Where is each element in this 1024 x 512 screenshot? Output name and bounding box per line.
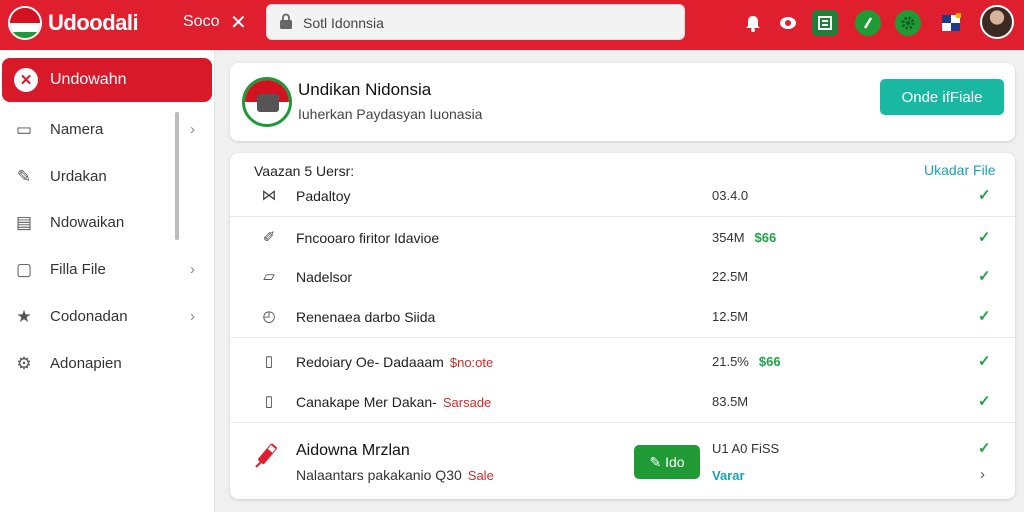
hero-title: Undikan Nidonsia <box>298 80 432 99</box>
flag-badge-icon <box>242 77 292 127</box>
sidebar-item-ndowaikan[interactable]: ▤ Ndowaikan <box>0 203 180 243</box>
item-name: Fncooaro firitor Idavioe <box>296 230 440 246</box>
promo-title: Aidowna Mrzlan <box>296 442 410 459</box>
promo-meta: U1 A0 FiSS <box>712 441 780 456</box>
hero-action-button[interactable]: Onde ifFiale <box>880 79 1004 115</box>
sidebar-item-label: Adonapien <box>50 355 122 372</box>
check-icon[interactable]: ✓ <box>978 267 991 285</box>
list-item[interactable]: ✐ Fncooaro firitor Idavioe 354M $66 ✓ <box>230 219 1015 259</box>
bell-icon[interactable] <box>740 10 766 36</box>
sale-tag: Sale <box>467 468 494 483</box>
list-item[interactable]: ▯ Redoiary Oe- Dadaaam $no:ote 21.5% $66 ✓ <box>230 343 1015 383</box>
flag-logo-icon[interactable] <box>8 6 42 40</box>
x-icon: ✕ <box>14 68 38 92</box>
item-tag: Sarsade <box>442 395 492 410</box>
top-nav-link[interactable]: Soco <box>183 13 219 31</box>
lock-icon <box>280 13 292 29</box>
hero-card: Undikan Nidonsia Iuherkan Paydasyan Iuon… <box>230 63 1015 141</box>
chevron-right-icon[interactable]: › <box>980 466 985 483</box>
folder-icon: ▱ <box>263 268 275 285</box>
item-size: 21.5% $66 <box>712 354 781 369</box>
sidebar-item-label: Undowahn <box>50 71 127 88</box>
sidebar-item-filla-file[interactable]: ▢ Filla File › <box>0 250 195 290</box>
price-badge: $66 <box>758 354 781 369</box>
item-name: Canakape Mer Dakan- Sarsade <box>296 394 492 410</box>
book-icon: ▤ <box>15 213 33 232</box>
chevron-right-icon[interactable]: › <box>190 308 195 325</box>
check-icon[interactable]: ✓ <box>978 352 991 370</box>
document-icon: ▯ <box>264 353 274 370</box>
settings-gear-icon[interactable] <box>895 10 921 36</box>
chevron-right-icon[interactable]: › <box>190 121 195 138</box>
sidebar-item-label: Namera <box>50 121 104 138</box>
edit-icon: ✐ <box>262 229 276 246</box>
check-icon[interactable]: ✓ <box>978 186 991 204</box>
promo-subtitle: Nalaantars pakakanio Q30 Sale <box>296 467 494 483</box>
file-list-card: Vaazan 5 Uersr: Ukadar File ⋈ Padaltoy 0… <box>230 153 1015 499</box>
sidebar-item-adonapien[interactable]: ⚙ Adonapien <box>0 344 180 384</box>
chevron-right-icon[interactable]: › <box>190 261 195 278</box>
item-tag: $no:ote <box>449 355 494 370</box>
gear-icon: ⚙ <box>16 354 32 373</box>
usb-drive-icon <box>255 443 277 468</box>
list-item[interactable]: ▯ Canakape Mer Dakan- Sarsade 83.5M ✓ <box>230 383 1015 423</box>
sidebar-item-active[interactable]: ✕ Undowahn <box>2 58 212 102</box>
sidebar-item-namera[interactable]: ▭ Namera › <box>0 110 195 150</box>
list-item[interactable]: ◴ Renenaea darbo Siida 12.5M ✓ <box>230 298 1015 338</box>
star-icon: ★ <box>16 307 32 326</box>
sidebar-item-label: Codonadan <box>50 308 128 325</box>
sidebar-item-codonadan[interactable]: ★ Codonadan › <box>0 297 195 337</box>
bookmark-icon: ⋈ <box>261 187 277 204</box>
list-item[interactable]: ⋈ Padaltoy 03.4.0 ✓ <box>230 177 1015 217</box>
document-icon: ▭ <box>15 120 33 139</box>
search-bar[interactable] <box>266 4 685 40</box>
item-name: Padaltoy <box>296 188 351 204</box>
pencil-icon: ✎ <box>16 167 32 186</box>
item-size: 83.5M <box>712 394 749 409</box>
avatar[interactable] <box>980 5 1014 39</box>
clock-icon: ◴ <box>262 308 276 325</box>
sidebar-scrollbar[interactable] <box>175 112 179 240</box>
sidebar-item-label: Ndowaikan <box>50 214 125 231</box>
check-icon[interactable]: ✓ <box>978 392 991 410</box>
upload-file-link[interactable]: Ukadar File <box>924 162 996 178</box>
sidebar-item-label: Urdakan <box>50 168 107 185</box>
top-bar: Udoodali Soco ✕ <box>0 0 1024 50</box>
file-icon: ▢ <box>15 260 33 279</box>
arrow-app-icon[interactable] <box>855 10 881 36</box>
hero-subtitle: Iuherkan Paydasyan Iuonasia <box>298 106 483 122</box>
check-icon[interactable]: ✓ <box>978 307 991 325</box>
grid-app-icon[interactable] <box>812 10 838 36</box>
sidebar: ✕ Undowahn ▭ Namera › ✎ Urdakan ▤ Ndowai… <box>0 50 215 512</box>
list-item[interactable]: ▱ Nadelsor 22.5M ✓ <box>230 258 1015 298</box>
item-size: 22.5M <box>712 269 749 284</box>
sidebar-item-label: Filla File <box>50 261 106 278</box>
item-size: 354M $66 <box>712 230 777 245</box>
close-icon[interactable]: ✕ <box>230 10 247 35</box>
check-icon[interactable]: ✓ <box>978 439 991 457</box>
item-name: Nadelsor <box>296 269 353 285</box>
price-badge: $66 <box>754 230 777 245</box>
item-name: Renenaea darbo Siida <box>296 309 436 325</box>
file-icon: ▯ <box>264 393 274 410</box>
flag-icon[interactable] <box>938 10 964 36</box>
promo-link[interactable]: Varar <box>712 468 745 483</box>
sidebar-item-urdakan[interactable]: ✎ Urdakan <box>0 157 180 197</box>
check-icon[interactable]: ✓ <box>978 228 991 246</box>
item-size: 03.4.0 <box>712 188 749 203</box>
brand-name[interactable]: Udoodali <box>48 10 139 36</box>
eye-icon[interactable] <box>775 10 801 36</box>
promo-edit-button[interactable]: ✎ Ido <box>634 445 700 479</box>
item-name: Redoiary Oe- Dadaaam $no:ote <box>296 354 494 370</box>
item-size: 12.5M <box>712 309 749 324</box>
search-input[interactable] <box>303 11 673 35</box>
